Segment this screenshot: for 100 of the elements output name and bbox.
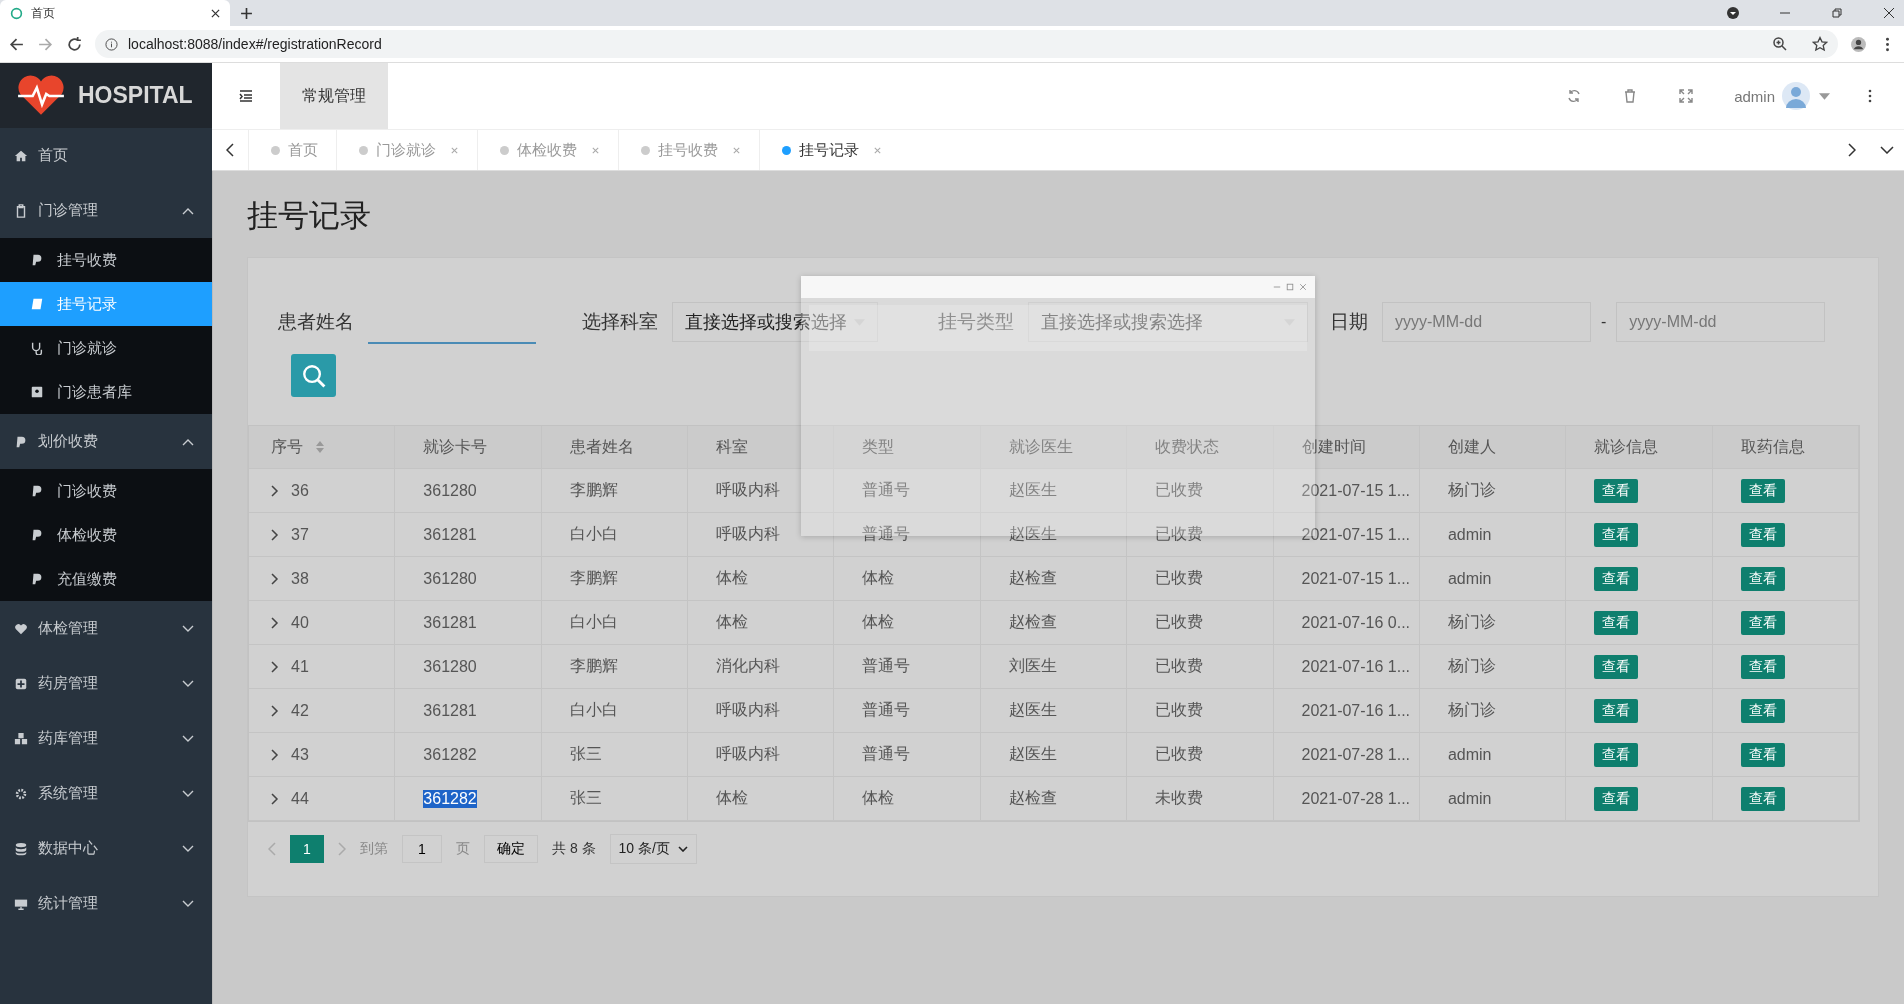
sidebar-subitem[interactable]: 门诊收费 — [0, 469, 212, 513]
date-separator: - — [1601, 313, 1607, 331]
sidebar-subitem[interactable]: 挂号收费 — [0, 238, 212, 282]
reload-icon[interactable] — [66, 35, 83, 53]
sidebar-subitem[interactable]: 体检收费 — [0, 513, 212, 557]
table-cell-text: 普通号 — [862, 524, 911, 544]
table-cell: 2021-07-16 1... — [1301, 701, 1411, 720]
page-input[interactable]: 1 — [402, 835, 442, 863]
sidebar-item[interactable]: 首页 — [0, 128, 212, 183]
page-tab[interactable]: 门诊就诊 — [336, 130, 477, 170]
view-button[interactable]: 查看 — [1740, 698, 1785, 723]
maximize-icon[interactable] — [1286, 283, 1294, 291]
page-size-select[interactable]: 10 条/页 — [609, 834, 697, 864]
sidebar-subitem[interactable]: 门诊就诊 — [0, 326, 212, 370]
caret-down-icon[interactable] — [1819, 92, 1830, 100]
sidebar-subitem[interactable]: 门诊患者库 — [0, 370, 212, 414]
user-name[interactable]: admin — [1734, 87, 1775, 105]
menu-toggle-icon[interactable] — [238, 88, 254, 104]
expand-chevron-icon[interactable] — [271, 616, 279, 629]
sidebar-item[interactable]: 划价收费 — [0, 414, 212, 469]
view-button[interactable]: 查看 — [1594, 698, 1639, 723]
sidebar-subitem[interactable]: 挂号记录 — [0, 282, 212, 326]
expand-chevron-icon[interactable] — [271, 704, 279, 717]
date-field[interactable]: yyyy-MM-dd — [1382, 302, 1591, 342]
chevron-right-icon[interactable] — [1848, 143, 1856, 157]
tab-label: 门诊就诊 — [376, 140, 436, 160]
profile-dropdown-icon[interactable] — [1726, 6, 1740, 20]
table-cell-text: 张三 — [569, 788, 602, 808]
view-button[interactable]: 查看 — [1740, 742, 1785, 767]
view-button[interactable]: 查看 — [1594, 786, 1639, 811]
restore-icon[interactable] — [1830, 6, 1844, 20]
view-button[interactable]: 查看 — [1594, 522, 1639, 547]
filter-label: 日期 — [1330, 310, 1368, 334]
select-field[interactable]: 直接选择或搜索选择 — [1028, 302, 1308, 342]
sidebar-item[interactable]: 门诊管理 — [0, 183, 212, 238]
sidebar-subitem[interactable]: 充值缴费 — [0, 557, 212, 601]
table-cell: 361281 — [423, 525, 477, 544]
sidebar-item[interactable]: 药房管理 — [0, 656, 212, 711]
view-button[interactable]: 查看 — [1594, 478, 1639, 503]
search-button[interactable] — [291, 354, 336, 397]
browser-tab[interactable]: 首页 — [0, 0, 230, 26]
table-cell-text: 赵检查 — [1008, 612, 1057, 632]
table-cell: admin — [1447, 569, 1492, 588]
expand-chevron-icon[interactable] — [271, 660, 279, 673]
page-tab[interactable]: 体检收费 — [477, 130, 618, 170]
confirm-button[interactable]: 确定 — [484, 835, 538, 863]
info-icon — [105, 37, 118, 51]
page-tab[interactable]: 挂号记录 — [759, 130, 900, 170]
view-button[interactable]: 查看 — [1740, 566, 1785, 591]
table-cell-text: 消化内科 — [716, 656, 781, 676]
close-icon[interactable] — [211, 8, 220, 18]
column-header[interactable]: 序号 — [249, 426, 396, 468]
table-cell-text: 赵医生 — [1008, 744, 1057, 764]
star-icon[interactable] — [1812, 36, 1828, 52]
expand-chevron-icon[interactable] — [271, 572, 279, 585]
column-header: 就诊卡号 — [395, 426, 542, 468]
zoom-icon[interactable] — [1772, 36, 1788, 52]
table-cell-text: 杨门诊 — [1447, 656, 1496, 676]
address-bar[interactable]: localhost:8088/index#/registrationRecord — [95, 30, 1838, 58]
fullscreen-icon[interactable] — [1678, 88, 1695, 104]
chevron-left-icon[interactable] — [226, 143, 234, 157]
tab-label: 体检收费 — [517, 140, 577, 160]
page-tab[interactable]: 挂号收费 — [618, 130, 759, 170]
expand-chevron-icon[interactable] — [271, 528, 279, 541]
page-tab[interactable]: 首页 — [248, 130, 336, 170]
refresh-icon[interactable] — [1566, 88, 1583, 104]
page-number-button[interactable]: 1 — [290, 835, 324, 863]
sidebar-item[interactable]: 药库管理 — [0, 711, 212, 766]
view-button[interactable]: 查看 — [1594, 610, 1639, 635]
plus-square-icon — [14, 676, 28, 691]
select-field[interactable]: 直接选择或搜索选择 — [672, 302, 878, 342]
new-tab-icon[interactable] — [240, 6, 253, 20]
view-button[interactable]: 查看 — [1594, 742, 1639, 767]
table-cell-text: 杨门诊 — [1447, 612, 1496, 632]
brand-name: HOSPITAL — [78, 82, 193, 109]
view-button[interactable]: 查看 — [1740, 522, 1785, 547]
view-button[interactable]: 查看 — [1740, 786, 1785, 811]
date-field[interactable]: yyyy-MM-dd — [1616, 302, 1826, 342]
sidebar-item[interactable]: 统计管理 — [0, 876, 212, 931]
close-icon[interactable] — [1882, 6, 1896, 20]
table-cell: 361282 — [423, 745, 477, 764]
sidebar-item[interactable]: 数据中心 — [0, 821, 212, 876]
top-nav-tab[interactable]: 常规管理 — [280, 63, 388, 129]
table-cell-text: 体检 — [862, 788, 895, 808]
table-cell: 361280 — [423, 481, 477, 500]
cubes-icon — [14, 731, 28, 746]
chevron-down-icon[interactable] — [1880, 146, 1894, 154]
view-button[interactable]: 查看 — [1740, 610, 1785, 635]
view-button[interactable]: 查看 — [1594, 566, 1639, 591]
sidebar-item[interactable]: 体检管理 — [0, 601, 212, 656]
sidebar-item[interactable]: 系统管理 — [0, 766, 212, 821]
expand-chevron-icon[interactable] — [271, 792, 279, 805]
view-button[interactable]: 查看 — [1594, 654, 1639, 679]
table-cell-text: 体检 — [716, 788, 749, 808]
expand-chevron-icon[interactable] — [271, 484, 279, 497]
book-icon — [30, 297, 44, 311]
expand-chevron-icon[interactable] — [271, 748, 279, 761]
view-button[interactable]: 查看 — [1740, 478, 1785, 503]
view-button[interactable]: 查看 — [1740, 654, 1785, 679]
profile-icon[interactable] — [1850, 35, 1867, 53]
